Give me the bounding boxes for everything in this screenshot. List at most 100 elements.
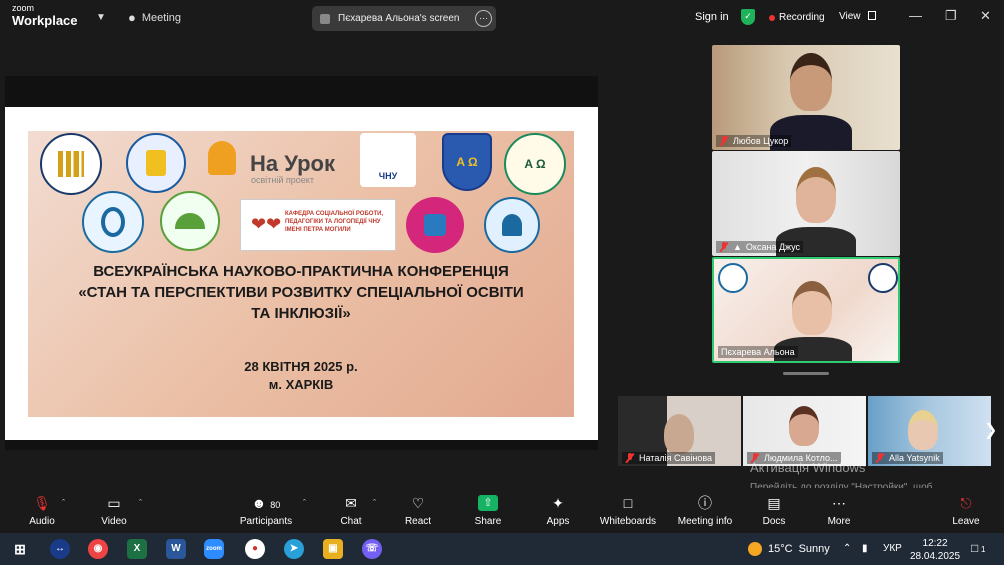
- document-icon: ▤: [767, 495, 781, 511]
- participant-name: Наталія Савінова: [639, 453, 713, 463]
- university-seal-logo: [868, 263, 898, 293]
- shield-crest-logo: A Ω: [442, 133, 492, 191]
- word-icon[interactable]: W: [166, 539, 186, 559]
- screen-share-indicator[interactable]: Пєхарева Альона's screen ···: [312, 6, 496, 31]
- file-explorer-icon[interactable]: ▣: [323, 539, 343, 559]
- mic-muted-icon: [719, 136, 729, 146]
- pin-icon: ▲: [733, 242, 742, 252]
- clock[interactable]: 12:22 28.04.2025: [910, 537, 960, 563]
- teamviewer-icon[interactable]: ↔: [50, 539, 70, 559]
- shield-crest-logo-text: A Ω: [456, 155, 478, 169]
- video-tile[interactable]: Любов Цукор: [712, 45, 900, 150]
- sign-in-link[interactable]: Sign in: [695, 11, 729, 23]
- participant-name-tag: Наталія Савінова: [622, 452, 716, 464]
- participant-name-tag: Любов Цукор: [716, 135, 792, 147]
- recording-indicator[interactable]: Recording: [769, 12, 825, 23]
- thumbnail-tile[interactable]: Людмила Котло...: [743, 396, 866, 466]
- participant-face: [789, 406, 819, 446]
- brand-name: На Урок: [250, 151, 335, 176]
- whiteboards-button[interactable]: □ Whiteboards: [598, 494, 658, 527]
- chnu-logo: ЧНУ: [360, 133, 416, 187]
- more-button[interactable]: ⋯ More: [824, 494, 854, 527]
- rehabilitation-logo: [82, 191, 144, 253]
- conference-slide: На Урок освітній проект ЧНУ A Ω A Ω ❤❤ К…: [28, 131, 574, 417]
- department-logo: ❤❤ КАФЕДРА СОЦІАЛЬНОЇ РОБОТИ, ПЕДАГОГІКИ…: [240, 199, 396, 251]
- screen-share-icon: [320, 13, 330, 24]
- excel-icon[interactable]: X: [127, 539, 147, 559]
- shield-check-icon[interactable]: ✓: [741, 9, 755, 25]
- screen-share-label: Пєхарева Альона's screen: [338, 13, 460, 24]
- windows-taskbar: ⊞ ↔ ◉ X W zoom ● ➤ ▣ ☏ 15°C Sunny ⌃ ▮ УК…: [0, 533, 1004, 565]
- react-button[interactable]: ♡ React: [402, 494, 434, 527]
- logo-big-text: Workplace: [12, 13, 78, 28]
- notification-count: 1: [981, 545, 986, 554]
- chat-icon: ✉: [345, 495, 357, 511]
- faculty-logo: [406, 197, 464, 253]
- share-button[interactable]: ⇧ Share: [472, 494, 504, 527]
- weather-widget[interactable]: 15°C Sunny: [748, 542, 830, 556]
- meeting-info-button[interactable]: ⓘ Meeting info: [675, 494, 735, 527]
- zoom-taskbar-icon[interactable]: zoom: [204, 539, 224, 559]
- telegram-icon[interactable]: ➤: [284, 539, 304, 559]
- leave-door-icon: ⎋: [960, 495, 972, 511]
- heart-icon: ♡: [411, 495, 425, 511]
- leave-label: Leave: [952, 516, 980, 527]
- chevron-up-icon[interactable]: ˆ: [62, 498, 65, 508]
- mic-muted-icon: 🎙︎: [33, 495, 51, 511]
- apps-label: Apps: [546, 516, 570, 527]
- gallery-scroll-handle[interactable]: [783, 372, 829, 375]
- language-indicator[interactable]: УКР: [883, 543, 902, 554]
- grid-icon: [868, 11, 877, 20]
- more-icon: ⋯: [832, 495, 846, 511]
- minimize-icon[interactable]: —: [909, 8, 922, 23]
- participant-face: [908, 410, 938, 450]
- restore-icon[interactable]: ❐: [945, 8, 957, 24]
- chat-button[interactable]: ✉ Chat: [336, 494, 366, 527]
- leave-button[interactable]: ⎋ Leave: [951, 494, 981, 527]
- conference-title: ВСЕУКРАЇНСЬКА НАУКОВО-ПРАКТИЧНА КОНФЕРЕН…: [28, 261, 574, 324]
- chevron-right-icon[interactable]: ❯: [984, 420, 997, 440]
- close-icon[interactable]: ✕: [980, 8, 991, 24]
- app-icon[interactable]: ●: [245, 539, 265, 559]
- bell-icon: [208, 141, 236, 175]
- rehabilitation-logo: [718, 263, 748, 293]
- thumbnail-tile[interactable]: Наталія Савінова: [618, 396, 741, 466]
- windows-start-icon[interactable]: ⊞: [10, 539, 30, 559]
- more-options-icon[interactable]: ···: [475, 10, 492, 27]
- meeting-tab[interactable]: ● Meeting: [128, 10, 181, 25]
- hearts-icon: ❤❤: [251, 214, 282, 234]
- microphone-icon[interactable]: ▮: [862, 543, 868, 554]
- chevron-down-icon[interactable]: ▼: [96, 12, 106, 23]
- video-label: Video: [101, 516, 127, 527]
- audio-button[interactable]: 🎙︎ Audio: [24, 494, 60, 527]
- participant-face: [790, 53, 832, 111]
- people-icon: ☻ 80: [251, 495, 281, 511]
- mic-muted-icon: [625, 453, 635, 463]
- title-line-1: ВСЕУКРАЇНСЬКА НАУКОВО-ПРАКТИЧНА КОНФЕРЕН…: [93, 263, 509, 280]
- chevron-up-icon[interactable]: ˆ: [139, 498, 142, 508]
- active-speaker-tile[interactable]: Пєхарева Альона: [712, 257, 900, 363]
- chrome-icon[interactable]: ◉: [88, 539, 108, 559]
- participant-name: Оксана Джус: [745, 242, 801, 252]
- chevron-up-icon[interactable]: ˆ: [303, 498, 306, 508]
- view-button[interactable]: View: [839, 11, 877, 22]
- viber-icon[interactable]: ☏: [362, 539, 382, 559]
- video-button[interactable]: ▭ Video: [96, 494, 132, 527]
- participants-button[interactable]: ☻ 80 Participants: [236, 494, 296, 527]
- video-tile[interactable]: ▲ Оксана Джус: [712, 151, 900, 256]
- chevron-up-icon[interactable]: ˆ: [373, 498, 376, 508]
- participants-count: 80: [270, 500, 281, 510]
- docs-button[interactable]: ▤ Docs: [760, 494, 788, 527]
- more-label: More: [827, 516, 851, 527]
- chevron-up-icon[interactable]: ⌃: [843, 543, 851, 554]
- conference-date-block: 28 КВІТНЯ 2025 р. м. ХАРКІВ: [28, 358, 574, 394]
- alpha-omega-logo-text: A Ω: [524, 157, 546, 171]
- react-label: React: [404, 516, 432, 527]
- view-label: View: [839, 11, 861, 22]
- thumbnail-tile[interactable]: Alla Yatsynik: [868, 396, 991, 466]
- notifications-button[interactable]: □ 1: [971, 541, 985, 555]
- participant-name: Пєхарева Альона: [721, 347, 795, 357]
- inclusion-center-logo: [160, 191, 220, 251]
- apps-button[interactable]: ✦ Apps: [543, 494, 573, 527]
- participant-face: [792, 281, 832, 335]
